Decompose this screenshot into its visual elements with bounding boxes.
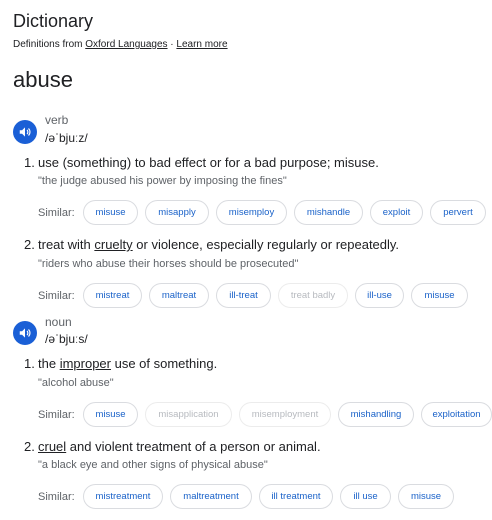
synonym-chip[interactable]: mistreatment — [83, 484, 163, 509]
synonym-chip[interactable]: mishandle — [294, 200, 363, 225]
synonym-chip[interactable]: ill use — [340, 484, 391, 509]
synonym-chip[interactable]: mistreat — [83, 283, 142, 308]
synonym-chip[interactable]: exploit — [370, 200, 423, 225]
definition-text: use of something. — [110, 356, 218, 371]
noun-phonetic: /əˈbjuːs/ — [45, 332, 88, 346]
sense-number: 1. — [24, 356, 35, 371]
sense-number: 2. — [24, 237, 35, 252]
synonym-chip[interactable]: misemploy — [216, 200, 287, 225]
noun-pronunciation-button[interactable] — [13, 321, 37, 345]
synonym-chip[interactable]: ill-treat — [216, 283, 271, 308]
synonym-chip[interactable]: misuse — [411, 283, 468, 308]
definition-text: or violence, especially regularly or rep… — [132, 237, 400, 252]
synonym-chip[interactable]: misapplication — [145, 402, 232, 427]
synonym-chip[interactable]: mishandling — [338, 402, 414, 427]
sense-example: "riders who abuse their horses should be… — [38, 258, 299, 270]
sense-definition: cruel and violent treatment of a person … — [38, 439, 321, 454]
source-prefix: Definitions from — [13, 39, 86, 50]
part-of-speech-verb: verb — [45, 113, 69, 127]
synonym-chip[interactable]: misuse — [83, 402, 138, 427]
verb-pronunciation-button[interactable] — [13, 120, 37, 144]
synonym-chip[interactable]: misemployment — [239, 402, 331, 427]
definition-text: the — [38, 356, 60, 371]
definitions-source: Definitions from Oxford Languages · Lear… — [13, 39, 228, 50]
synonym-chip[interactable]: maltreatment — [170, 484, 252, 509]
sense-number: 2. — [24, 439, 35, 454]
definition-text: and violent treatment of a person or ani… — [66, 439, 321, 454]
definition-text: treat with — [38, 237, 95, 252]
similar-label: Similar: — [38, 207, 75, 219]
sense-definition: treat with cruelty or violence, especial… — [38, 237, 399, 252]
definition-link-improper[interactable]: improper — [60, 356, 111, 371]
sense-definition: the improper use of something. — [38, 356, 217, 371]
synonym-chip[interactable]: treat badly — [278, 283, 348, 308]
sense-definition: use (something) to bad effect or for a b… — [38, 155, 379, 170]
definition-link-cruel[interactable]: cruel — [38, 439, 66, 454]
similar-label: Similar: — [38, 409, 75, 421]
sense-example: "a black eye and other signs of physical… — [38, 459, 268, 471]
synonym-chip[interactable]: maltreat — [149, 283, 209, 308]
verb-phonetic: /əˈbjuːz/ — [45, 131, 88, 145]
sense-example: "the judge abused his power by imposing … — [38, 175, 287, 187]
synonym-chip[interactable]: ill treatment — [259, 484, 333, 509]
synonym-chip[interactable]: misuse — [398, 484, 454, 509]
similar-label: Similar: — [38, 290, 75, 302]
learn-more-link[interactable]: Learn more — [176, 39, 227, 50]
synonym-chip[interactable]: ill-use — [355, 283, 404, 308]
definition-link-cruelty[interactable]: cruelty — [94, 237, 132, 252]
synonym-chip[interactable]: misapply — [145, 200, 209, 225]
synonym-chip[interactable]: exploitation — [421, 402, 492, 427]
similar-label: Similar: — [38, 491, 75, 503]
synonym-chip[interactable]: pervert — [430, 200, 486, 225]
headword: abuse — [13, 67, 73, 92]
part-of-speech-noun: noun — [45, 315, 72, 329]
speaker-icon — [18, 125, 32, 139]
sense-number: 1. — [24, 155, 35, 170]
dictionary-title: Dictionary — [13, 11, 94, 31]
sense-example: "alcohol abuse" — [38, 377, 114, 389]
synonym-chip[interactable]: misuse — [83, 200, 138, 225]
speaker-icon — [18, 326, 32, 340]
oxford-languages-link[interactable]: Oxford Languages — [85, 39, 167, 50]
